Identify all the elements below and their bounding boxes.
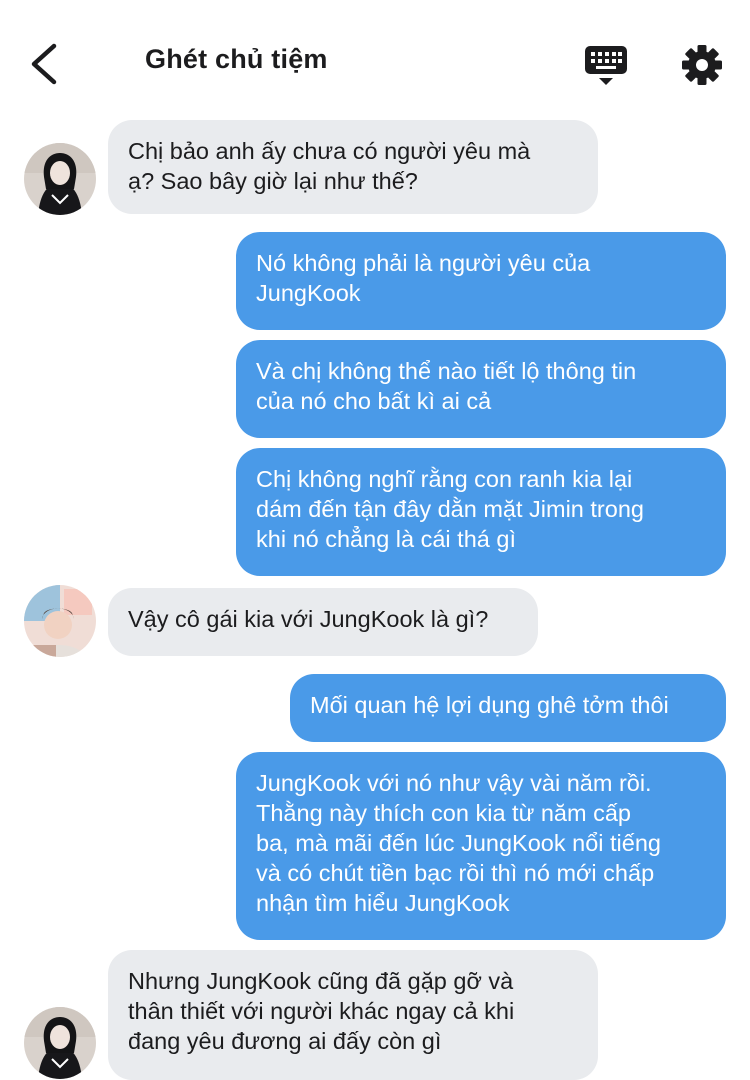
gear-icon	[682, 45, 722, 85]
keyboard-icon	[585, 46, 627, 85]
message-bubble-incoming[interactable]: Nhưng JungKook cũng đã gặp gỡ và thân th…	[108, 950, 598, 1080]
chat-title: Ghét chủ tiệm	[145, 44, 328, 74]
message-bubble-outgoing[interactable]: Mối quan hệ lợi dụng ghê tởm thôi	[290, 674, 726, 742]
message-bubble-outgoing[interactable]: Chị không nghĩ rằng con ranh kia lại dám…	[236, 448, 726, 576]
avatar[interactable]	[24, 585, 96, 657]
chat-header: Ghét chủ tiệm	[0, 0, 750, 120]
boy-avatar-icon	[24, 585, 96, 657]
back-button[interactable]	[26, 40, 66, 88]
settings-button[interactable]	[680, 43, 724, 87]
message-bubble-outgoing[interactable]: JungKook với nó như vậy vài năm rồi. Thằ…	[236, 752, 726, 940]
keyboard-button[interactable]	[583, 44, 629, 88]
message-bubble-outgoing[interactable]: Nó không phải là người yêu của JungKook	[236, 232, 726, 330]
chevron-left-icon	[31, 43, 57, 85]
message-bubble-incoming[interactable]: Vậy cô gái kia với JungKook là gì?	[108, 588, 538, 656]
message-bubble-incoming[interactable]: Chị bảo anh ấy chưa có người yêu mà ạ? S…	[108, 120, 598, 214]
avatar[interactable]	[24, 1007, 96, 1079]
message-bubble-outgoing[interactable]: Và chị không thể nào tiết lộ thông tin c…	[236, 340, 726, 438]
girl-avatar-icon	[24, 1007, 96, 1079]
girl-avatar-icon	[24, 143, 96, 215]
avatar[interactable]	[24, 143, 96, 215]
